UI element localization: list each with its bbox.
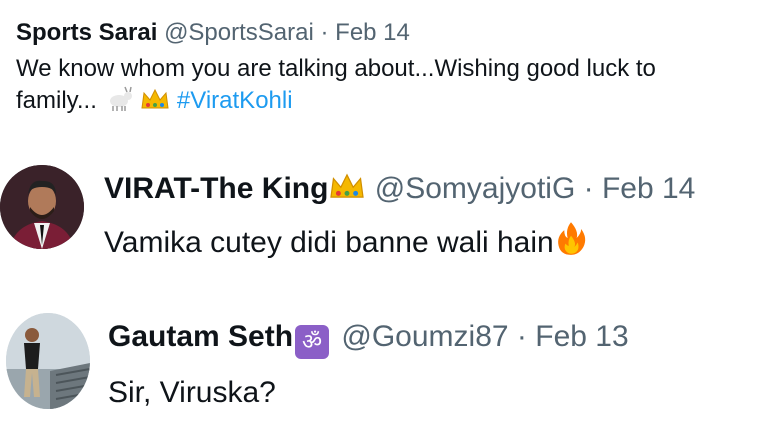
display-name[interactable]: VIRAT-The King <box>104 172 328 205</box>
user-handle[interactable]: @Goumzi87 <box>341 320 508 353</box>
om-emoji-icon: ॐ <box>295 325 330 359</box>
tweet-gautam-seth[interactable]: Gautam Seth ॐ @Goumzi87 · Feb 13 Sir, Vir… <box>108 318 629 413</box>
display-name[interactable]: Sports Sarai <box>16 19 157 46</box>
tweet-text-line2: family... <box>16 87 97 114</box>
avatar[interactable] <box>0 165 84 249</box>
tweet-text-content: Sir, Viruska? <box>108 376 276 409</box>
crown-emoji-icon <box>140 86 170 121</box>
goat-emoji-icon <box>104 86 134 121</box>
tweet-text: Sir, Viruska? <box>108 373 629 413</box>
display-name[interactable]: Gautam Seth <box>108 320 293 353</box>
tweet-text-line1: We know whom you are talking about...Wis… <box>16 55 656 82</box>
tweet-date[interactable]: · Feb 14 <box>584 172 696 205</box>
tweet-sports-sarai[interactable]: Sports Sarai @SportsSarai · Feb 14 We kn… <box>16 18 768 121</box>
tweet-date[interactable]: · Feb 14 <box>321 19 410 46</box>
reply-thread: Sports Sarai @SportsSarai · Feb 14 We kn… <box>0 0 768 432</box>
crown-emoji-icon <box>328 170 366 212</box>
fire-emoji-icon <box>554 220 588 267</box>
user-handle[interactable]: @SomyajyotiG <box>375 172 576 205</box>
tweet-header: Sports Sarai @SportsSarai · Feb 14 <box>16 18 768 48</box>
tweet-text: Vamika cutey didi banne wali hain <box>104 220 695 267</box>
tweet-date[interactable]: · Feb 13 <box>517 320 629 353</box>
tweet-header: Gautam Seth ॐ @Goumzi87 · Feb 13 <box>108 318 629 359</box>
hashtag-link[interactable]: #ViratKohli <box>177 87 293 114</box>
avatar[interactable] <box>6 313 90 409</box>
tweet-text: We know whom you are talking about...Wis… <box>16 53 768 121</box>
tweet-virat-the-king[interactable]: VIRAT-The King @SomyajyotiG · Feb 14 Vam… <box>104 170 695 267</box>
user-handle[interactable]: @SportsSarai <box>164 19 314 46</box>
tweet-header: VIRAT-The King @SomyajyotiG · Feb 14 <box>104 170 695 212</box>
tweet-text-content: Vamika cutey didi banne wali hain <box>104 226 554 259</box>
